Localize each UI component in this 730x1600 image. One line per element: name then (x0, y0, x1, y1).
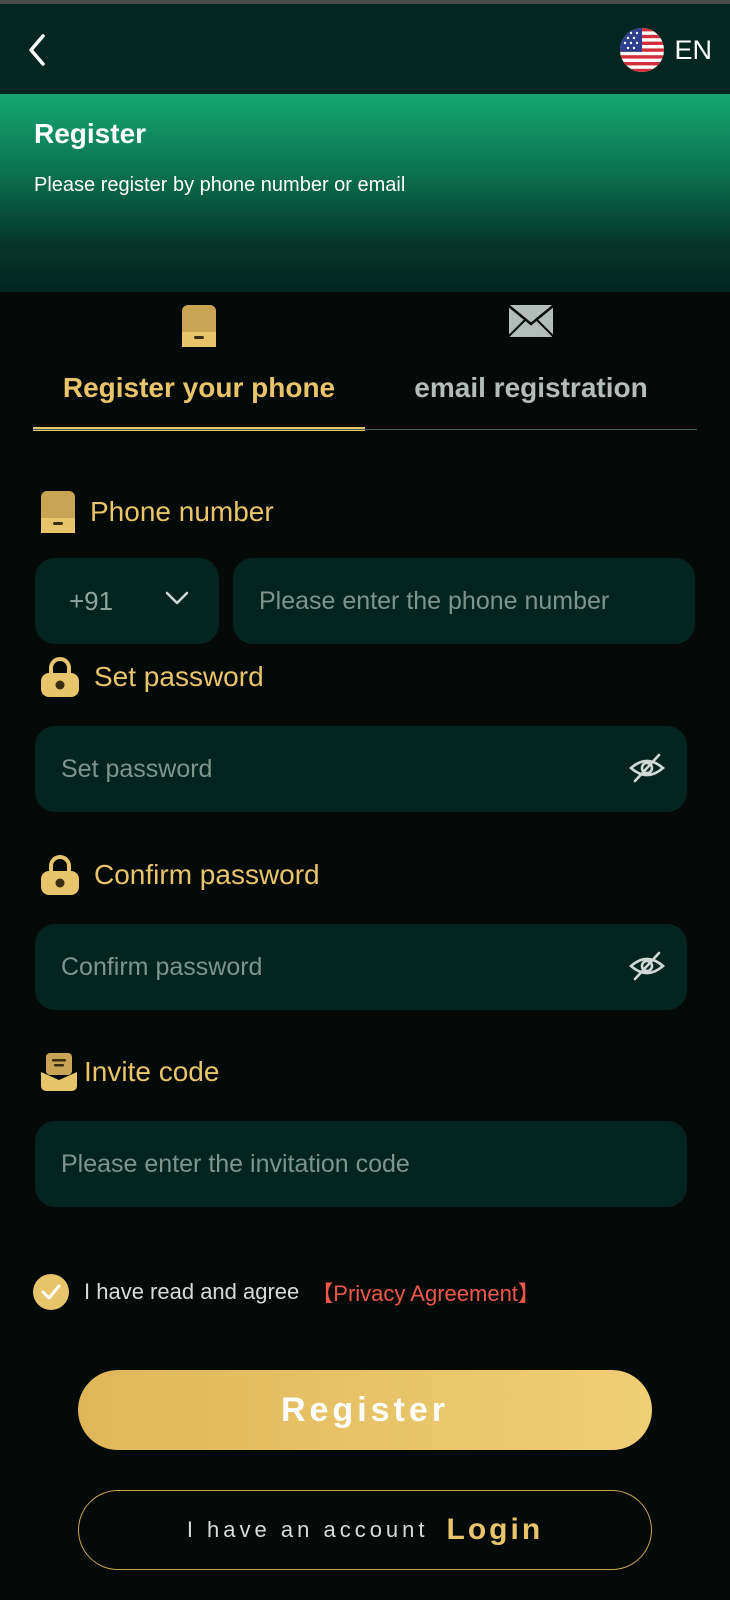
tab-email-registration[interactable]: email registration (365, 292, 697, 432)
language-code: EN (674, 34, 712, 65)
lock-icon (41, 855, 79, 895)
invite-code-label: Invite code (84, 1056, 220, 1087)
checkmark-icon (41, 1284, 61, 1300)
country-code-select[interactable]: +91 (35, 558, 219, 644)
envelope-icon (508, 305, 554, 337)
chevron-left-icon (29, 34, 45, 66)
chevron-down-icon (165, 591, 189, 605)
hero-banner: Register Please register by phone number… (0, 94, 730, 292)
tab-register-phone-label: Register your phone (62, 372, 336, 403)
phone-number-input[interactable] (233, 558, 695, 644)
phone-number-label: Phone number (90, 496, 274, 527)
set-password-label: Set password (94, 661, 264, 692)
tab-email-registration-label: email registration (414, 372, 648, 403)
invite-code-label-row: Invite code (40, 1052, 219, 1092)
back-button[interactable] (22, 32, 52, 68)
agreement-row: I have read and agree 【Privacy Agreement… (33, 1272, 540, 1312)
register-button[interactable]: Register (78, 1370, 652, 1450)
phone-number-label-row: Phone number (40, 490, 274, 534)
lock-icon (41, 657, 79, 697)
set-password-field (35, 726, 687, 812)
confirm-password-input[interactable] (35, 924, 687, 1010)
country-code-value: +91 (69, 586, 114, 616)
language-selector[interactable]: EN (620, 26, 712, 74)
invite-code-input[interactable] (35, 1121, 687, 1207)
agreement-text: I have read and agree (84, 1279, 300, 1304)
phone-number-field (233, 558, 695, 644)
eye-off-icon[interactable] (629, 752, 665, 784)
tab-register-phone[interactable]: Register your phone (33, 292, 365, 432)
eye-off-icon[interactable] (629, 950, 665, 982)
login-button[interactable]: I have an account Login (78, 1490, 652, 1570)
set-password-label-row: Set password (40, 656, 264, 698)
invite-code-field (35, 1121, 687, 1207)
app-header: EN (0, 4, 730, 94)
phone-icon (182, 305, 216, 347)
privacy-agreement-link[interactable]: 【Privacy Agreement】 (311, 1276, 540, 1308)
page-subtitle: Please register by phone number or email (34, 174, 406, 196)
page-title: Register (34, 118, 147, 149)
confirm-password-field (35, 924, 687, 1010)
confirm-password-label-row: Confirm password (40, 854, 320, 896)
registration-tabs: Register your phone email registration (33, 292, 697, 432)
agreement-checkbox[interactable] (33, 1274, 69, 1310)
us-flag-icon (620, 28, 665, 72)
gift-box-icon (41, 1053, 77, 1091)
phone-icon (41, 491, 75, 533)
set-password-input[interactable] (35, 726, 687, 812)
login-link-text: Login (446, 1513, 544, 1546)
tabs-divider (33, 429, 697, 430)
login-prefix-text: I have an account (186, 1517, 429, 1542)
confirm-password-label: Confirm password (94, 859, 320, 890)
